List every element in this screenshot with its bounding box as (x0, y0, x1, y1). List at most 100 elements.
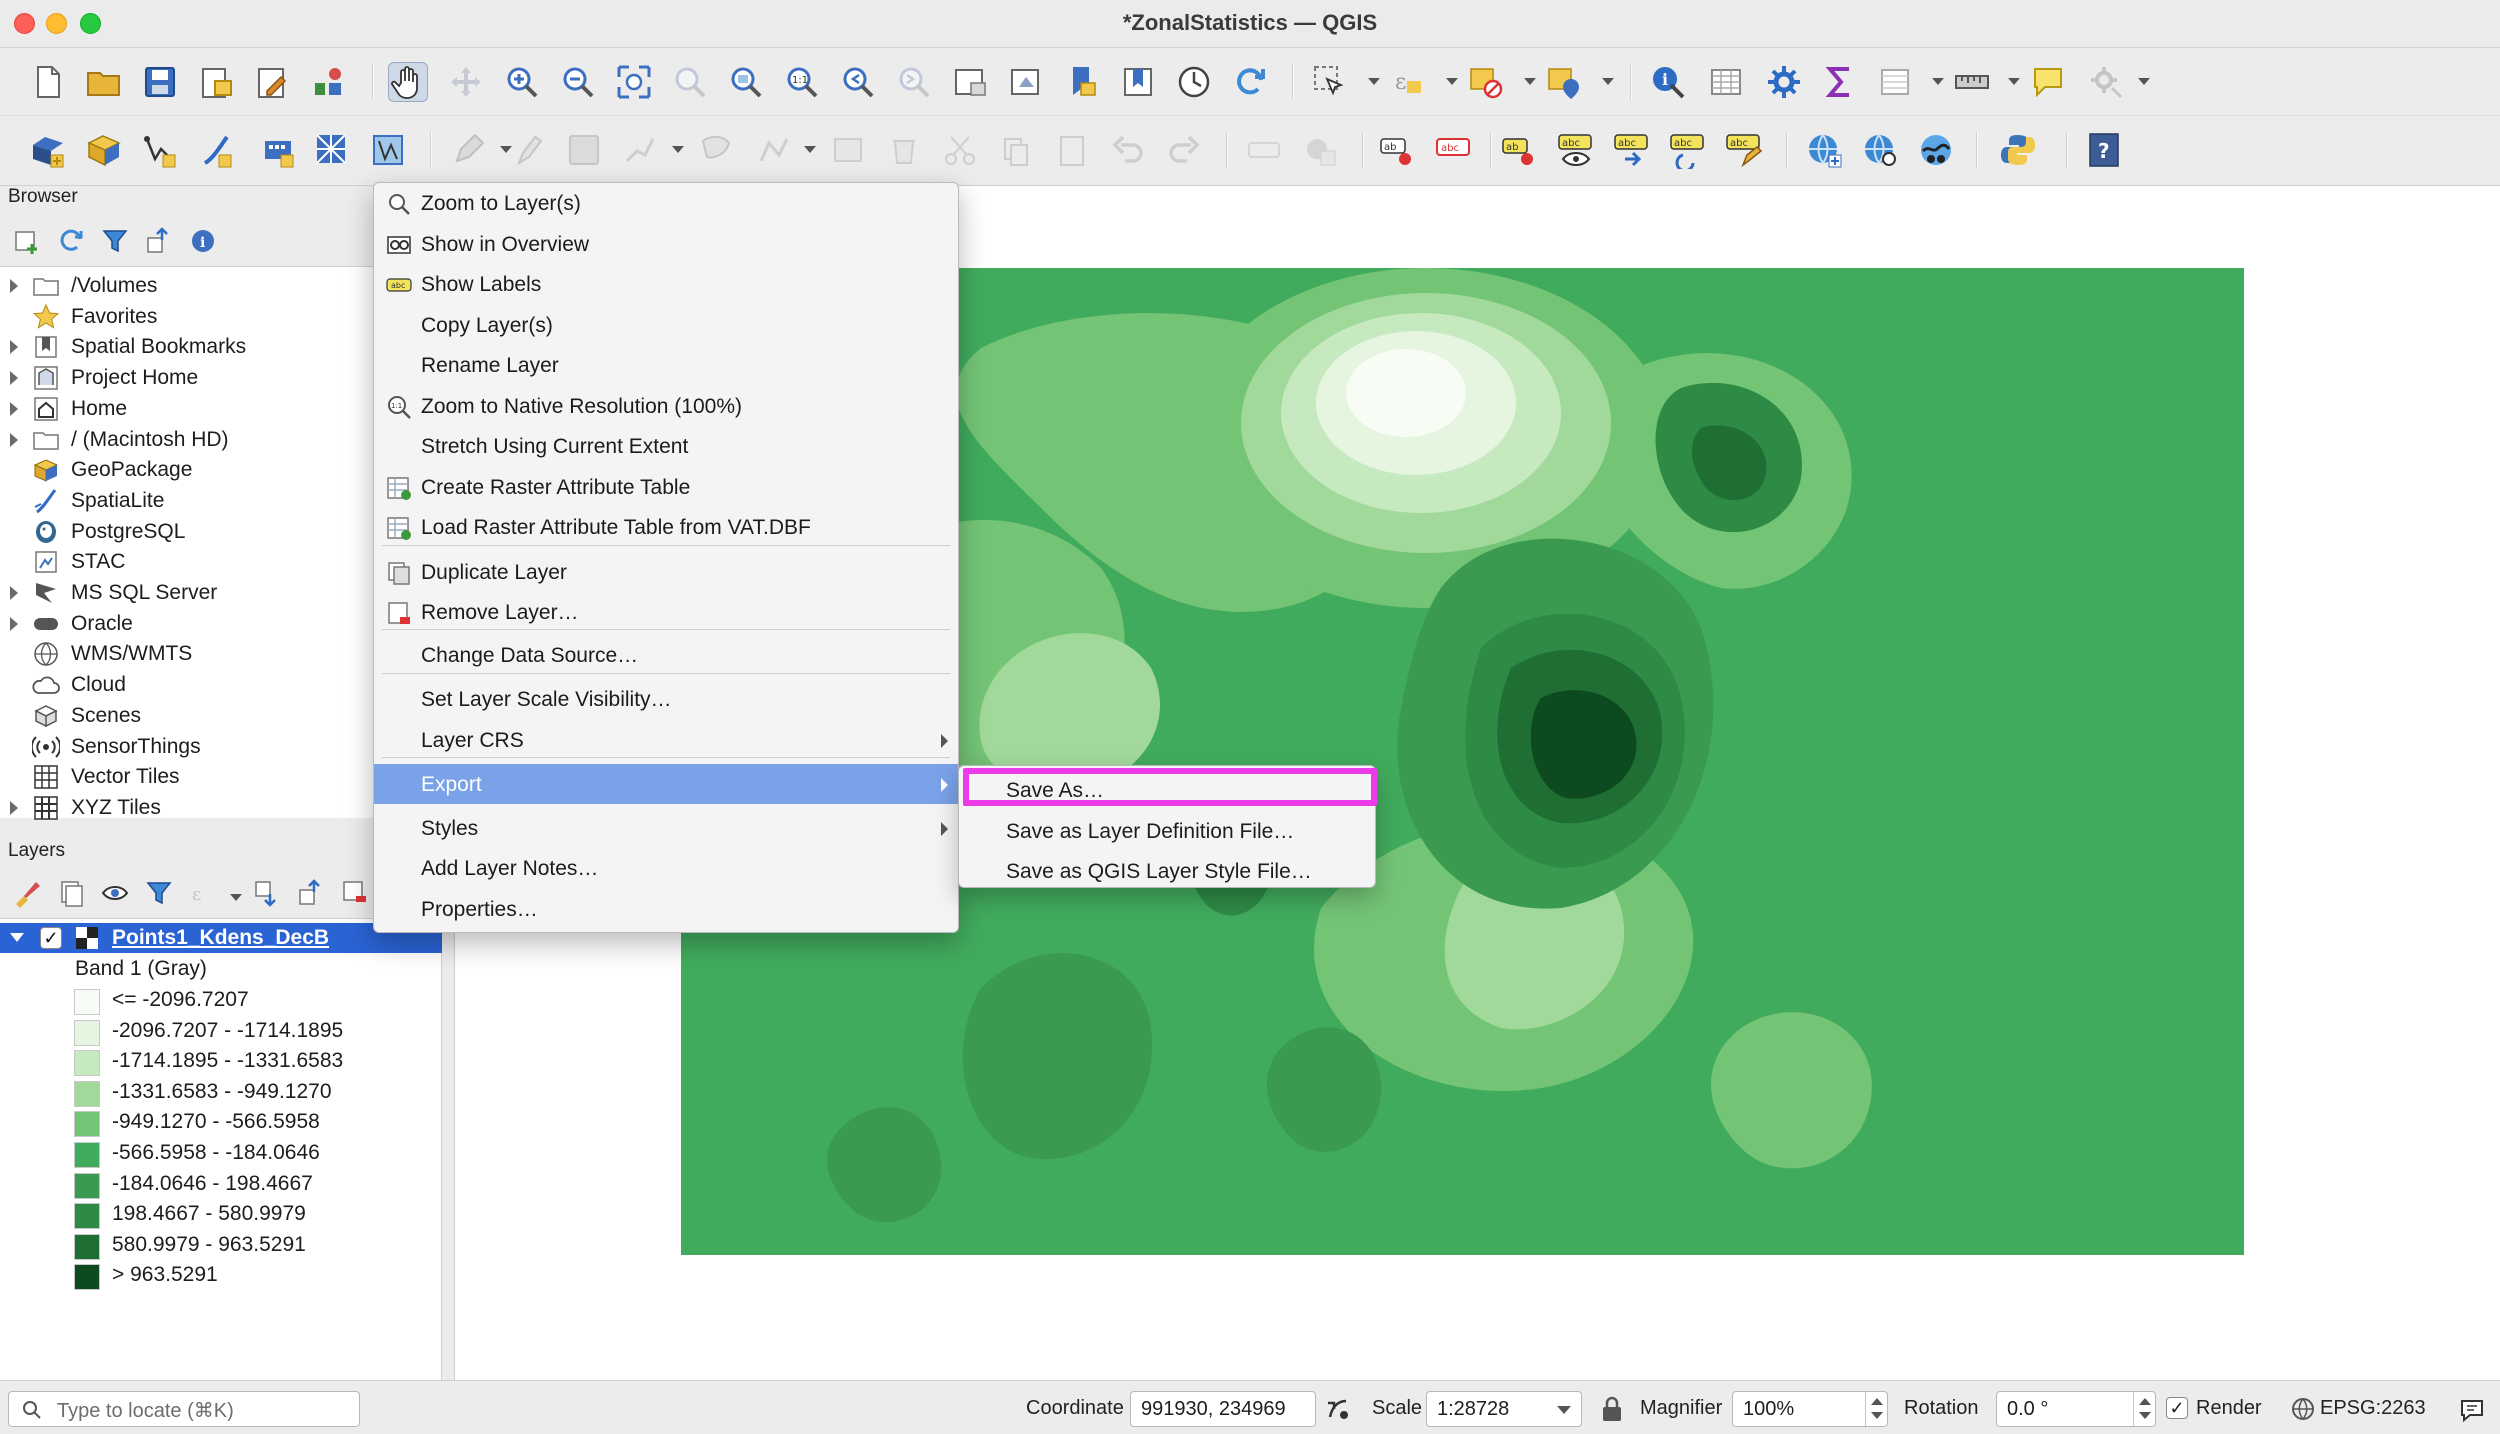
new-virtual-layer-icon[interactable] (258, 130, 298, 170)
expand-arrow-icon[interactable] (10, 933, 24, 942)
new-geopackage-layer-icon[interactable] (84, 130, 124, 170)
undo-icon[interactable] (1108, 130, 1148, 170)
open-field-calculator-icon[interactable] (1876, 62, 1916, 102)
locator-search-input[interactable]: Type to locate (⌘K) (8, 1391, 360, 1427)
modify-attributes-icon[interactable] (828, 130, 868, 170)
digitize-dropdown-arrow[interactable] (672, 146, 684, 153)
field-calculator-dropdown-arrow[interactable] (1932, 78, 1944, 85)
menu-item-copy-layer-s[interactable]: Copy Layer(s) (374, 305, 958, 345)
filter-expression-icon[interactable]: ε (188, 878, 218, 908)
menu-item-export[interactable]: Export (374, 763, 958, 804)
refresh-browser-icon[interactable] (56, 226, 86, 256)
save-project-icon[interactable] (140, 62, 180, 102)
menu-item-change-data-source[interactable]: Change Data Source… (374, 635, 958, 675)
zoom-out-icon[interactable] (558, 62, 598, 102)
new-map-view-icon[interactable] (950, 62, 990, 102)
magnifier-spinbox[interactable]: 100% (1732, 1391, 1888, 1427)
paste-features-icon[interactable] (1052, 130, 1092, 170)
lock-scale-icon[interactable] (1600, 1395, 1624, 1423)
deselect-dropdown-arrow[interactable] (1524, 78, 1536, 85)
current-edits-icon[interactable] (508, 130, 548, 170)
redo-icon[interactable] (1164, 130, 1204, 170)
diagram-options-icon[interactable] (1300, 130, 1340, 170)
add-group-icon[interactable] (56, 878, 86, 908)
new-print-layout-icon[interactable] (196, 62, 236, 102)
filter-expression-dropdown-arrow[interactable] (230, 894, 242, 901)
select-expression-dropdown-arrow[interactable] (1446, 78, 1458, 85)
map-tips-icon[interactable] (2028, 62, 2068, 102)
menu-item-stretch-using-current-extent[interactable]: Stretch Using Current Extent (374, 426, 958, 466)
menu-item-properties[interactable]: Properties… (374, 889, 958, 929)
collapse-all-icon[interactable] (144, 226, 174, 256)
style-manager-icon[interactable] (308, 62, 348, 102)
label-pin-icon[interactable]: ab (1378, 130, 1418, 170)
plugin-settings-dropdown-arrow[interactable] (2138, 78, 2150, 85)
zoom-full-icon[interactable] (614, 62, 654, 102)
zoom-to-selection-icon[interactable] (670, 62, 710, 102)
coordinate-field[interactable]: 991930, 234969 (1130, 1391, 1316, 1427)
expand-arrow-icon[interactable] (10, 800, 18, 815)
processing-toolbox-icon[interactable] (1764, 62, 1804, 102)
select-features-icon[interactable] (1310, 62, 1350, 102)
layer-visibility-checkbox[interactable]: ✓ (40, 927, 62, 949)
select-location-icon[interactable] (1544, 62, 1584, 102)
metasearch-catalog-icon[interactable] (1860, 130, 1900, 170)
menu-item-duplicate-layer[interactable]: Duplicate Layer (374, 552, 958, 592)
digitize-icon[interactable] (620, 130, 660, 170)
submenu-item-save-as-qgis-layer-style-file[interactable]: Save as QGIS Layer Style File… (959, 851, 1375, 891)
menu-item-add-layer-notes[interactable]: Add Layer Notes… (374, 848, 958, 888)
label-toolbar-icon[interactable] (1244, 130, 1284, 170)
change-label-icon[interactable]: abc (1724, 130, 1764, 170)
scale-dropdown-arrow[interactable] (1557, 1406, 1571, 1414)
new-3d-view-icon[interactable] (1006, 62, 1046, 102)
temporal-controller-icon[interactable] (1174, 62, 1214, 102)
zoom-to-layer-icon[interactable] (726, 62, 766, 102)
messages-icon[interactable] (2458, 1395, 2486, 1423)
select-dropdown-arrow[interactable] (1368, 78, 1380, 85)
expand-all-icon[interactable] (252, 878, 282, 908)
expand-arrow-icon[interactable] (10, 616, 18, 631)
magnifier-stepper[interactable] (1865, 1392, 1887, 1426)
data-source-manager-icon[interactable] (28, 130, 68, 170)
deselect-features-icon[interactable] (1466, 62, 1506, 102)
zoom-in-icon[interactable] (502, 62, 542, 102)
pan-to-selection-icon[interactable] (446, 62, 486, 102)
plugin-settings-icon[interactable] (2086, 62, 2126, 102)
manage-map-themes-icon[interactable] (100, 878, 130, 908)
crs-globe-icon[interactable] (2290, 1396, 2316, 1422)
zoom-next-icon[interactable] (894, 62, 934, 102)
cut-features-icon[interactable] (940, 130, 980, 170)
expand-arrow-icon[interactable] (10, 279, 18, 293)
expand-arrow-icon[interactable] (10, 340, 18, 355)
open-layer-styling-icon[interactable] (12, 878, 42, 908)
metasearch-icon[interactable] (1804, 130, 1844, 170)
new-spatial-bookmark-icon[interactable] (1062, 62, 1102, 102)
vertex-tool-icon[interactable] (754, 130, 794, 170)
new-spatialite-layer-icon[interactable] (196, 130, 236, 170)
menu-item-show-in-overview[interactable]: Show in Overview (374, 224, 958, 264)
vertex-dropdown-arrow[interactable] (804, 146, 816, 153)
save-edits-icon[interactable] (564, 130, 604, 170)
toggle-editing-icon[interactable] (448, 130, 488, 170)
render-checkbox[interactable]: ✓ (2166, 1397, 2188, 1419)
remove-layer-icon[interactable] (340, 878, 370, 908)
measure-line-icon[interactable] (1952, 62, 1992, 102)
rotation-stepper[interactable] (2133, 1392, 2155, 1426)
extents-toggle-icon[interactable] (1324, 1395, 1352, 1423)
menu-item-load-raster-attribute-table-from-vat-dbf[interactable]: Load Raster Attribute Table from VAT.DBF (374, 507, 958, 547)
menu-item-styles[interactable]: Styles (374, 808, 958, 848)
show-bookmarks-icon[interactable] (1118, 62, 1158, 102)
menu-item-zoom-to-layer-s[interactable]: Zoom to Layer(s) (374, 183, 958, 223)
menu-item-show-labels[interactable]: abc Show Labels (374, 264, 958, 304)
label-highlight-icon[interactable]: abc (1434, 130, 1474, 170)
zoom-native-resolution-icon[interactable]: 1:1 (782, 62, 822, 102)
properties-info-icon[interactable]: i (188, 226, 218, 256)
copy-features-icon[interactable] (996, 130, 1036, 170)
identify-features-icon[interactable]: i (1648, 62, 1688, 102)
expand-arrow-icon[interactable] (10, 586, 18, 600)
filter-browser-icon[interactable] (100, 226, 130, 256)
scale-combobox[interactable]: 1:28728 (1426, 1391, 1582, 1427)
menu-item-remove-layer[interactable]: Remove Layer… (374, 592, 958, 632)
measure-dropdown-arrow[interactable] (2008, 78, 2020, 85)
collapse-all-layers-icon[interactable] (296, 878, 326, 908)
